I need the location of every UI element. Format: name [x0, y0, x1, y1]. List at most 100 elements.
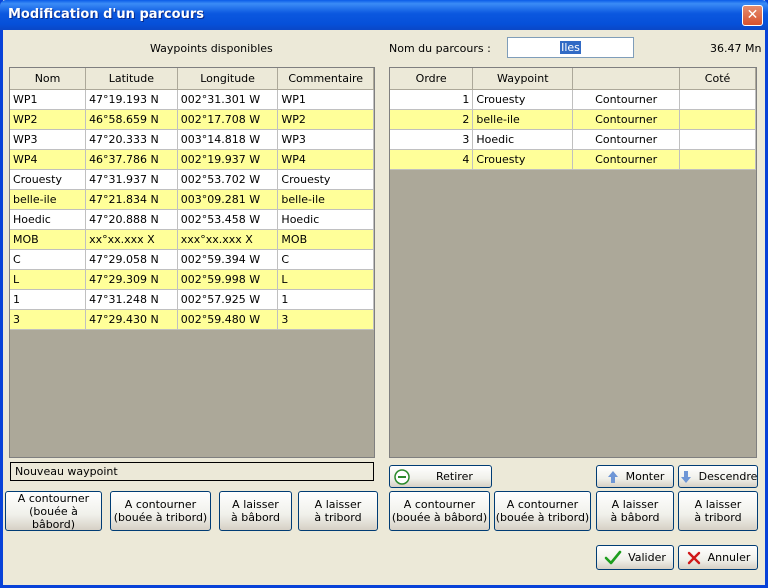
button-line: (bouée à tribord) [113, 511, 208, 524]
waypoint-cell: xx°xx.xxx X [85, 229, 178, 250]
waypoint-cell: Crouesty [277, 169, 374, 190]
annuler-button[interactable]: Annuler [678, 545, 758, 570]
button-line: A contourner [506, 498, 579, 511]
waypoint-cell: 47°19.193 N [85, 89, 178, 110]
valider-button[interactable]: Valider [596, 545, 674, 570]
waypoint-cell: 002°57.925 W [177, 289, 279, 310]
waypoint-cell: MOB [277, 229, 374, 250]
annuler-label: Annuler [707, 551, 751, 564]
col-header-latitude[interactable]: Latitude [85, 68, 178, 90]
cross-icon [687, 551, 700, 564]
left-contourner-tribord-button[interactable]: A contourner (bouée à tribord) [110, 491, 211, 531]
left-laisser-babord-button[interactable]: A laisser à bâbord [219, 491, 292, 531]
route-grid[interactable]: Ordre Waypoint Coté 1 Crouesty Contourner 2… [389, 67, 757, 458]
waypoint-cell: 47°21.834 N [85, 189, 178, 210]
left-contourner-babord-button[interactable]: A contourner (bouée à bâbord) [5, 491, 102, 531]
waypoint-cell: WP1 [10, 89, 87, 110]
close-icon: ✕ [746, 7, 759, 23]
waypoint-row[interactable]: belle-ile 47°21.834 N 003°09.281 Wbelle-il… [10, 189, 374, 210]
button-line: A laisser [314, 498, 362, 511]
waypoint-cell: WP2 [10, 109, 87, 130]
waypoint-row[interactable]: 1 47°31.248 N 002°57.925 W1 [10, 289, 374, 310]
col-header-ordre[interactable]: Ordre [390, 68, 474, 90]
waypoint-cell: 002°59.394 W [177, 249, 279, 270]
route-cell: 4 [390, 149, 474, 170]
right-laisser-tribord-button[interactable]: A laisser à tribord [678, 491, 758, 531]
button-line: A laisser [232, 498, 279, 511]
title-bar: Modification d'un parcours ✕ [0, 0, 768, 30]
route-cell [679, 129, 756, 150]
route-row[interactable]: 4 Crouesty Contourner [390, 149, 756, 170]
route-cell: Contourner [572, 129, 681, 150]
col-header-waypoint[interactable]: Waypoint [472, 68, 574, 90]
waypoint-cell: MOB [10, 229, 87, 250]
route-name-input[interactable]: Iles [507, 37, 634, 58]
waypoint-cell: 46°37.786 N [85, 149, 178, 170]
waypoint-cell: 3 [277, 309, 374, 330]
route-cell: 2 [390, 109, 474, 130]
col-header-longitude[interactable]: Longitude [177, 68, 279, 90]
waypoint-cell: WP3 [10, 129, 87, 150]
button-line: (bouée à bâbord) [391, 511, 488, 524]
waypoint-cell: L [10, 269, 87, 290]
waypoints-heading: Waypoints disponibles [150, 42, 273, 55]
waypoint-cell: 003°09.281 W [177, 189, 279, 210]
waypoint-cell: WP3 [277, 129, 374, 150]
route-cell: Contourner [572, 89, 681, 110]
button-line: (bouée à bâbord) [29, 504, 78, 531]
button-line: à tribord [694, 511, 742, 524]
waypoint-row[interactable]: WP2 46°58.659 N 002°17.708 W WP2 [10, 109, 374, 130]
new-waypoint-field[interactable]: Nouveau waypoint [10, 462, 374, 481]
waypoint-cell: L [277, 269, 374, 290]
waypoint-cell: 47°20.333 N [85, 129, 178, 150]
button-line: (bouée à tribord) [495, 511, 590, 524]
button-line: A laisser [694, 498, 742, 511]
col-header-commentaire[interactable]: Commentaire [277, 68, 374, 90]
waypoint-row[interactable]: C 47°29.058 N 002°59.394 WC [10, 249, 374, 270]
button-line: A contourner [403, 498, 476, 511]
left-laisser-tribord-button[interactable]: A laisser à tribord [298, 491, 378, 531]
waypoint-row[interactable]: 3 47°29.430 N 002°59.480 W3 [10, 309, 374, 330]
waypoint-cell: 47°31.248 N [85, 289, 178, 310]
button-line: à bâbord [610, 511, 660, 524]
route-cell [679, 149, 756, 170]
route-cell: belle-ile [472, 109, 574, 130]
route-cell [679, 89, 756, 110]
waypoint-row[interactable]: WP1 47°19.193 N 002°31.301 W WP1 [10, 89, 374, 110]
descendre-label: Descendre [698, 470, 758, 483]
descendre-button[interactable]: Descendre [678, 465, 758, 488]
route-row[interactable]: 1 Crouesty Contourner [390, 89, 756, 110]
right-laisser-babord-button[interactable]: A laisser à bâbord [596, 491, 674, 531]
waypoint-row[interactable]: MOB xx°xx.xxx Xxxx°xx.xxx X MOB [10, 229, 374, 250]
waypoint-row[interactable]: Hoedic 47°20.888 N 002°53.458 W Hoedic [10, 209, 374, 230]
waypoint-cell: 46°58.659 N [85, 109, 178, 130]
waypoints-grid[interactable]: Nom Latitude Longitude Commentaire WP1 47… [9, 67, 375, 458]
monter-label: Monter [625, 470, 665, 483]
route-cell: Crouesty [472, 149, 574, 170]
waypoint-row[interactable]: L 47°29.309 N 002°59.998 WL [10, 269, 374, 290]
waypoint-cell: WP2 [277, 109, 374, 130]
right-contourner-tribord-button[interactable]: A contourner (bouée à tribord) [494, 491, 591, 531]
waypoint-cell: 47°20.888 N [85, 209, 178, 230]
route-row[interactable]: 2 belle-ile Contourner [390, 109, 756, 130]
arrow-up-icon [607, 470, 618, 483]
col-header-nom[interactable]: Nom [10, 68, 87, 90]
waypoint-cell: Hoedic [277, 209, 374, 230]
retirer-label: Retirer [436, 470, 473, 483]
close-button[interactable]: ✕ [742, 5, 763, 26]
waypoint-cell: 002°19.937 W [177, 149, 279, 170]
route-row[interactable]: 3 Hoedic Contourner [390, 129, 756, 150]
monter-button[interactable]: Monter [596, 465, 674, 488]
waypoint-row[interactable]: Crouesty 47°31.937 N 002°53.702 W Crouesty [10, 169, 374, 190]
right-contourner-babord-button[interactable]: A contourner (bouée à bâbord) [389, 491, 490, 531]
waypoint-cell: 47°29.309 N [85, 269, 178, 290]
waypoint-cell: C [10, 249, 87, 270]
route-distance: 36.47 Mn [710, 42, 762, 55]
route-cell [679, 109, 756, 130]
col-header-action[interactable] [572, 68, 681, 90]
col-header-cote[interactable]: Coté [679, 68, 756, 90]
waypoint-row[interactable]: WP4 46°37.786 N 002°19.937 W WP4 [10, 149, 374, 170]
waypoint-row[interactable]: WP3 47°20.333 N 003°14.818 W WP3 [10, 129, 374, 150]
retirer-button[interactable]: Retirer [389, 465, 492, 488]
waypoint-cell: 47°29.430 N [85, 309, 178, 330]
